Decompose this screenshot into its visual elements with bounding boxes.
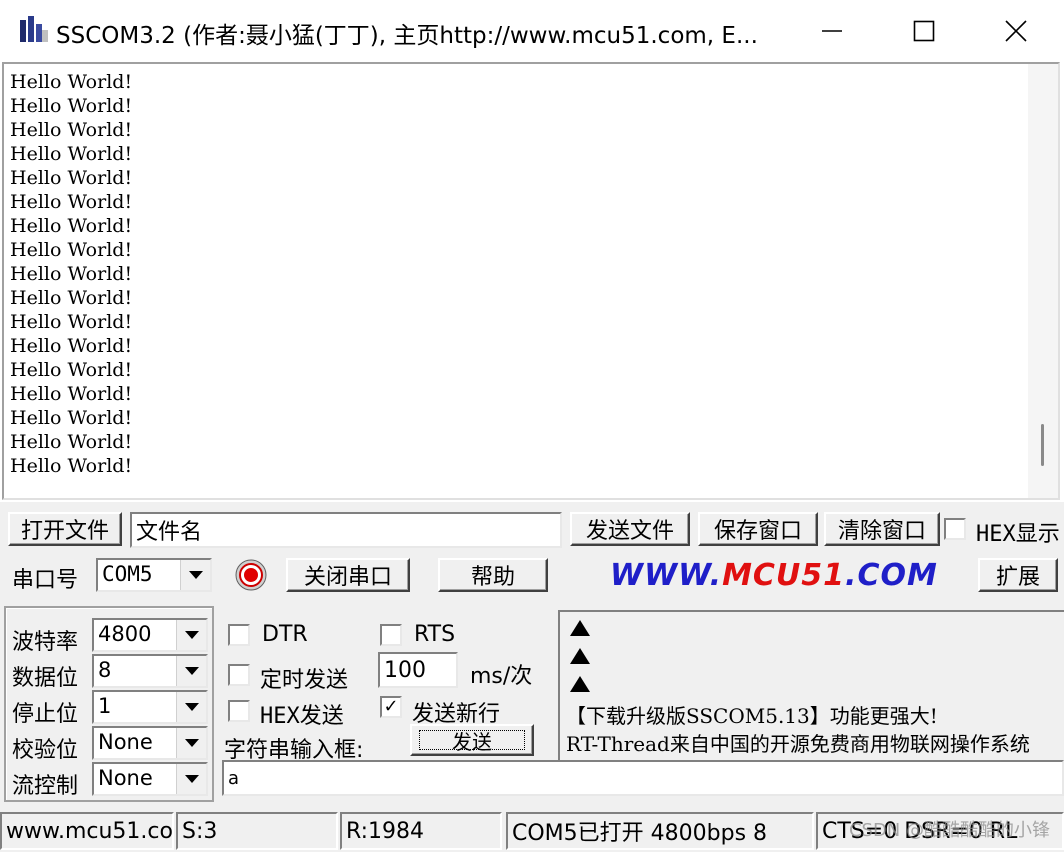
- maximize-icon: [913, 20, 935, 42]
- interval-unit: ms/次: [470, 664, 533, 689]
- minimize-icon: [822, 30, 842, 32]
- receive-line: Hello World!: [10, 287, 133, 309]
- receive-scrollbar[interactable]: [1028, 64, 1058, 498]
- receive-line: Hello World!: [10, 263, 133, 285]
- scroll-up-icon[interactable]: [570, 676, 590, 692]
- dtr-label: DTR: [262, 622, 308, 647]
- close-icon: [1005, 20, 1027, 42]
- interval-input[interactable]: 100: [378, 652, 458, 688]
- chevron-down-icon[interactable]: [176, 620, 206, 650]
- hex-send-checkbox[interactable]: [228, 700, 250, 722]
- status-sent: S:3: [176, 812, 338, 850]
- receive-area[interactable]: Hello World! Hello World! Hello World! Hell…: [2, 62, 1060, 500]
- parity-value: None: [98, 730, 153, 754]
- chevron-down-icon[interactable]: [176, 692, 206, 722]
- notice-download-link[interactable]: 【下载升级版SSCOM5.13】功能更强大!: [566, 700, 938, 729]
- baud-label: 波特率: [12, 630, 79, 655]
- scroll-thumb[interactable]: [1041, 424, 1044, 466]
- receive-line: Hello World!: [10, 239, 133, 261]
- scroll-up-icon[interactable]: [570, 620, 590, 636]
- receive-line: Hello World!: [10, 335, 133, 357]
- baud-value: 4800: [98, 622, 152, 646]
- flow-control-value: None: [98, 766, 153, 790]
- hex-send-label: HEX发送: [260, 704, 344, 729]
- chevron-down-icon[interactable]: [180, 560, 210, 590]
- close-button[interactable]: [970, 0, 1062, 62]
- stop-bits-label: 停止位: [12, 702, 79, 727]
- send-button-label: 发送: [419, 730, 525, 754]
- chevron-down-icon[interactable]: [176, 656, 206, 686]
- receive-line: Hello World!: [10, 455, 133, 477]
- maximize-button[interactable]: [878, 0, 970, 62]
- rts-label: RTS: [414, 622, 456, 647]
- status-site: www.mcu51.com: [0, 812, 174, 850]
- clear-window-button[interactable]: 清除窗口: [824, 512, 940, 546]
- port-value: COM5: [102, 562, 153, 586]
- title-bar: SSCOM3.2 (作者:聂小猛(丁丁), 主页http://www.mcu51…: [0, 0, 1064, 62]
- window-title: SSCOM3.2 (作者:聂小猛(丁丁), 主页http://www.mcu51…: [56, 23, 758, 49]
- timed-send-label: 定时发送: [260, 668, 349, 693]
- close-port-button[interactable]: 关闭串口: [286, 558, 410, 592]
- status-bar: www.mcu51.com S:3 R:1984 COM5已打开 4800bps…: [0, 808, 1064, 852]
- receive-line: Hello World!: [10, 167, 133, 189]
- app-icon: [20, 16, 48, 42]
- receive-line: Hello World!: [10, 359, 133, 381]
- timed-send-checkbox[interactable]: [228, 664, 250, 686]
- receive-line: Hello World!: [10, 407, 133, 429]
- data-bits-label: 数据位: [12, 666, 79, 691]
- parity-select[interactable]: None: [92, 726, 208, 760]
- receive-line: Hello World!: [10, 71, 133, 93]
- brand-link[interactable]: WWW.MCU51.COM: [610, 558, 938, 593]
- receive-line: Hello World!: [10, 143, 133, 165]
- send-button[interactable]: 发送: [410, 724, 534, 756]
- receive-line: Hello World!: [10, 311, 133, 333]
- notice-panel: 【下载升级版SSCOM5.13】功能更强大! RT-Thread来自中国的开源免…: [558, 610, 1064, 760]
- open-file-button[interactable]: 打开文件: [8, 512, 122, 546]
- parity-label: 校验位: [12, 738, 79, 763]
- watermark: CSDN @酷酷酷酷的小锋: [848, 820, 1050, 841]
- stop-bits-select[interactable]: 1: [92, 690, 208, 724]
- chevron-down-icon[interactable]: [176, 764, 206, 794]
- status-received: R:1984: [340, 812, 502, 850]
- expand-button[interactable]: 扩展: [978, 558, 1058, 592]
- port-status-icon: [235, 559, 267, 591]
- notice-rtthread-link[interactable]: RT-Thread来自中国的开源免费商用物联网操作系统: [566, 728, 1030, 757]
- receive-text: Hello World! Hello World! Hello World! Hell…: [10, 70, 132, 478]
- receive-line: Hello World!: [10, 95, 133, 117]
- port-label: 串口号: [12, 568, 79, 593]
- receive-line: Hello World!: [10, 119, 133, 141]
- brand-part-1: WWW.: [610, 558, 723, 593]
- save-window-button[interactable]: 保存窗口: [698, 512, 818, 546]
- control-panel: 打开文件 文件名 发送文件 保存窗口 清除窗口 HEX显示 串口号 COM5 关…: [0, 502, 1064, 808]
- brand-part-3: .COM: [845, 558, 938, 593]
- receive-line: Hello World!: [10, 431, 133, 453]
- rts-checkbox[interactable]: [380, 624, 402, 646]
- flow-control-select[interactable]: None: [92, 762, 208, 796]
- chevron-down-icon[interactable]: [176, 728, 206, 758]
- brand-part-2: MCU51: [722, 558, 846, 593]
- send-newline-checkbox[interactable]: ✓: [380, 696, 402, 718]
- stop-bits-value: 1: [98, 694, 112, 718]
- help-button[interactable]: 帮助: [438, 558, 548, 592]
- hex-display-label: HEX显示: [976, 522, 1060, 547]
- receive-line: Hello World!: [10, 215, 133, 237]
- file-name-field[interactable]: 文件名: [130, 512, 562, 548]
- flow-control-label: 流控制: [12, 774, 79, 799]
- scroll-up-icon[interactable]: [570, 648, 590, 664]
- baud-select[interactable]: 4800: [92, 618, 208, 652]
- send-file-button[interactable]: 发送文件: [570, 512, 690, 546]
- data-bits-select[interactable]: 8: [92, 654, 208, 688]
- hex-display-checkbox[interactable]: [944, 518, 966, 540]
- data-bits-value: 8: [98, 658, 112, 682]
- receive-line: Hello World!: [10, 383, 133, 405]
- port-select[interactable]: COM5: [96, 558, 212, 592]
- minimize-button[interactable]: [786, 0, 878, 62]
- receive-line: Hello World!: [10, 191, 133, 213]
- string-input[interactable]: a: [222, 760, 1064, 796]
- dtr-checkbox[interactable]: [228, 624, 250, 646]
- status-port-state: COM5已打开 4800bps 8: [506, 812, 814, 850]
